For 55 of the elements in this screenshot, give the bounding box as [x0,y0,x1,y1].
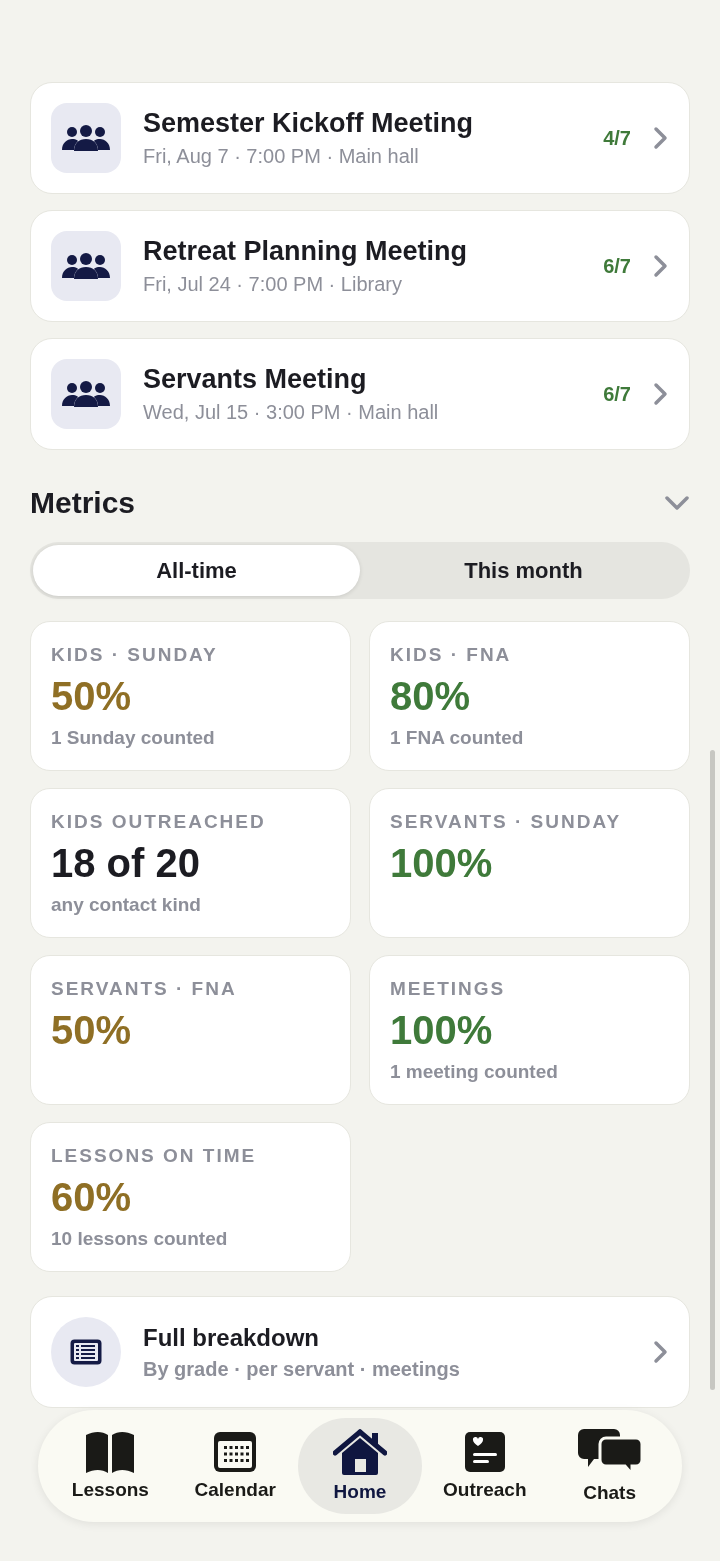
attendance-count: 4/7 [603,126,631,150]
metric-note: 1 meeting counted [390,1061,559,1083]
meeting-details: Wed, Jul 15 · 3:00 PM · Main hall [143,401,440,424]
house-icon [333,1429,387,1475]
chevron-right-icon [653,382,669,406]
metric-value: 100% [390,841,494,886]
metric-value: 50% [51,1008,133,1053]
breakdown-card[interactable]: Full breakdown By grade · per servant · meetings [30,1296,690,1408]
chevron-down-icon [664,495,690,511]
metric-value: 100% [390,1008,494,1053]
metric-note: 10 lessons counted [51,1228,229,1250]
tab-item[interactable]: Outreach [422,1418,548,1514]
metric-label: SERVANTS · SUNDAY [390,811,623,833]
breakdown-subtitle: By grade · per servant · meetings [143,1357,461,1381]
chevron-right-icon [653,126,669,150]
meeting-card[interactable]: Servants Meeting Wed, Jul 15 · 3:00 PM · Main hall 6/7 [30,338,690,450]
metric-note: 1 Sunday counted [51,727,216,749]
metric-value: 80% [390,674,472,719]
tab-item[interactable]: Chats [547,1418,672,1514]
attendance-count: 6/7 [603,382,631,406]
meeting-title: Retreat Planning Meeting [143,236,469,267]
meeting-details: Fri, Jul 24 · 7:00 PM · Library [143,273,403,296]
meeting-title: Servants Meeting [143,364,368,395]
metric-label: KIDS · FNA [390,644,513,666]
metric-value: 60% [51,1175,133,1220]
tab-item[interactable]: Lessons [48,1418,173,1514]
list-icon [69,1338,103,1366]
meeting-title: Semester Kickoff Meeting [143,108,475,139]
segment-tab[interactable]: All-time [33,545,360,596]
chevron-right-icon [653,254,669,278]
meeting-card[interactable]: Semester Kickoff Meeting Fri, Aug 7 · 7:00 PM · Main hall 4/7 [30,82,690,194]
metric-value: 18 of 20 [51,841,201,886]
calendar-icon [213,1431,258,1473]
metric-note: 1 FNA counted [390,727,525,749]
meeting-card[interactable]: Retreat Planning Meeting Fri, Jul 24 · 7:00 PM · Library 6/7 [30,210,690,322]
segment-tab[interactable]: This month [360,545,687,596]
metric-label: LESSONS ON TIME [51,1145,258,1167]
section-title: Metrics [30,486,136,520]
book-icon [84,1431,137,1473]
metric-label: KIDS · SUNDAY [51,644,219,666]
metric-label: MEETINGS [390,978,507,1000]
chevron-right-icon [653,1340,669,1364]
meeting-details: Fri, Aug 7 · 7:00 PM · Main hall [143,145,420,168]
breakdown-title: Full breakdown [143,1323,320,1352]
heart-note-icon [463,1431,506,1473]
tab-item[interactable]: Calendar [172,1418,298,1514]
metric-label: SERVANTS · FNA [51,978,238,1000]
tab-item[interactable]: Home [297,1418,423,1514]
group-icon [62,125,110,151]
metric-value: 50% [51,674,133,719]
metric-note: any contact kind [51,894,202,916]
attendance-count: 6/7 [603,254,631,278]
group-icon [62,253,110,279]
group-icon [62,381,110,407]
metric-label: KIDS OUTREACHED [51,811,267,833]
